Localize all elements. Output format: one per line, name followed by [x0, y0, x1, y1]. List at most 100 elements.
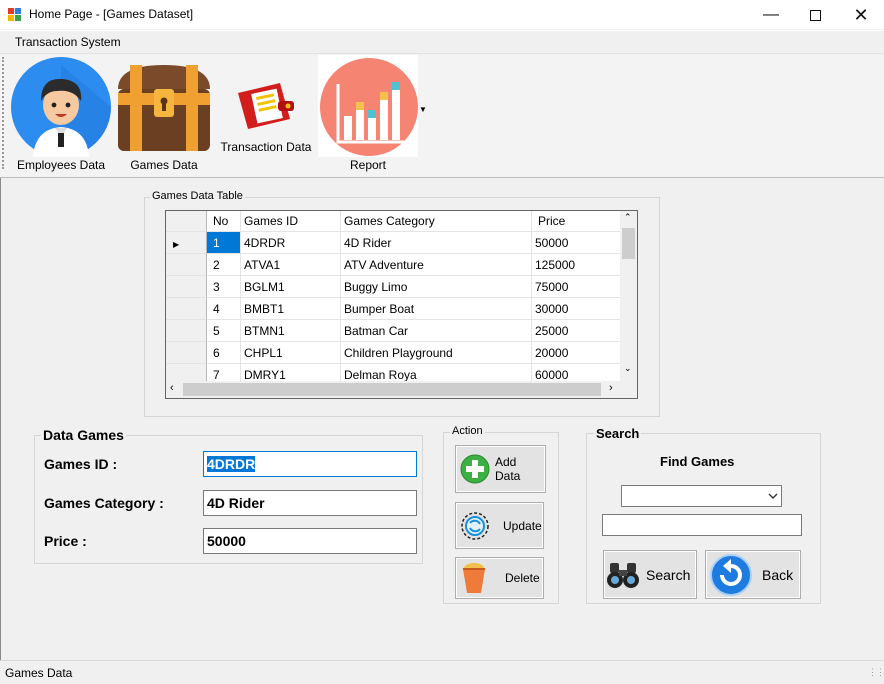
employee-icon	[11, 57, 111, 157]
games-table-title: Games Data Table	[150, 190, 245, 202]
table-cell[interactable]: BGLM1	[241, 276, 341, 298]
table-cell[interactable]: 4	[207, 298, 241, 320]
table-cell[interactable]: 5	[207, 320, 241, 342]
employees-data-label: Employees Data	[16, 158, 106, 172]
maximize-icon[interactable]	[792, 0, 838, 30]
find-games-label: Find Games	[660, 454, 735, 469]
treasure-chest-icon	[118, 65, 210, 151]
table-cell[interactable]: 2	[207, 254, 241, 276]
column-header[interactable]: Games ID	[241, 211, 341, 232]
scroll-down-icon[interactable]: ⌄	[624, 363, 632, 374]
add-data-label: Add Data	[494, 455, 521, 483]
toolbar-grip[interactable]	[2, 57, 6, 169]
table-cell[interactable]: BTMN1	[241, 320, 341, 342]
price-label: Price :	[44, 533, 87, 549]
status-text: Games Data	[5, 666, 73, 680]
chevron-down-icon	[768, 493, 778, 499]
table-cell[interactable]: BMBT1	[241, 298, 341, 320]
row-header[interactable]	[166, 298, 207, 320]
horizontal-scrollbar[interactable]: ‹ ›	[166, 381, 620, 398]
table-cell[interactable]: Buggy Limo	[341, 276, 532, 298]
table-cell[interactable]: 75000	[532, 276, 622, 298]
binoculars-icon	[607, 562, 639, 588]
scroll-thumb-horizontal[interactable]	[183, 383, 601, 396]
scroll-corner	[620, 381, 637, 398]
search-text-input[interactable]	[602, 514, 802, 536]
games-id-field[interactable]: 4DRDR	[203, 451, 417, 477]
update-button[interactable]: Update	[455, 502, 544, 549]
column-header[interactable]: Games Category	[341, 211, 532, 232]
resize-grip-icon[interactable]: ⋮⋮	[868, 667, 884, 678]
scroll-right-icon[interactable]: ›	[609, 382, 613, 394]
table-cell[interactable]: Bumper Boat	[341, 298, 532, 320]
current-row-arrow-icon: ▶	[173, 240, 180, 249]
employees-data-button[interactable]: Employees Data	[10, 55, 112, 179]
scroll-thumb[interactable]	[622, 228, 635, 259]
games-data-grid[interactable]: No Games ID Games Category Price ▶ 1 4DRDR…	[165, 210, 638, 399]
table-cell[interactable]: 30000	[532, 298, 622, 320]
report-button[interactable]: ▼ Report	[316, 55, 427, 179]
games-data-label: Games Data	[130, 158, 198, 172]
delete-label: Delete	[505, 571, 540, 585]
report-label: Report	[349, 158, 387, 172]
report-chart-icon	[320, 58, 418, 156]
window-title: Home Page - [Games Dataset]	[29, 7, 194, 21]
row-header[interactable]	[166, 254, 207, 276]
table-cell[interactable]: 1	[207, 232, 241, 254]
scroll-left-icon[interactable]: ‹	[170, 382, 174, 394]
app-icon	[8, 8, 21, 21]
wallet-icon	[238, 83, 294, 129]
back-button[interactable]: Back	[705, 550, 801, 599]
trash-bin-icon	[463, 563, 485, 593]
table-cell[interactable]: ATVA1	[241, 254, 341, 276]
table-cell[interactable]: 25000	[532, 320, 622, 342]
add-data-button[interactable]: Add Data	[455, 445, 546, 493]
table-cell[interactable]: 125000	[532, 254, 622, 276]
games-category-field[interactable]: 4D Rider	[203, 490, 417, 516]
title-bar: Home Page - [Games Dataset] — ✕	[0, 0, 884, 30]
search-title: Search	[594, 426, 642, 441]
scroll-up-icon[interactable]: ⌃	[624, 212, 632, 223]
find-games-dropdown[interactable]	[621, 485, 782, 507]
menu-transaction-system[interactable]: Transaction System	[15, 35, 121, 49]
minimize-icon[interactable]: —	[748, 0, 794, 30]
transaction-data-button[interactable]: Transaction Data	[216, 55, 316, 179]
dropdown-arrow-icon[interactable]: ▼	[419, 105, 427, 114]
price-field[interactable]: 50000	[203, 528, 417, 554]
table-cell[interactable]: Children Playground	[341, 342, 532, 364]
table-cell[interactable]: Batman Car	[341, 320, 532, 342]
table-cell[interactable]: 4DRDR	[241, 232, 341, 254]
column-header[interactable]: No	[207, 211, 241, 232]
data-games-title: Data Games	[41, 427, 126, 443]
table-cell[interactable]: 50000	[532, 232, 622, 254]
close-icon[interactable]: ✕	[838, 0, 884, 30]
transaction-data-label: Transaction Data	[220, 140, 312, 154]
table-cell[interactable]: 3	[207, 276, 241, 298]
table-cell[interactable]: 6	[207, 342, 241, 364]
vertical-scrollbar[interactable]: ⌃ ⌄	[620, 211, 637, 381]
row-header[interactable]	[166, 320, 207, 342]
search-button-label: Search	[646, 566, 691, 583]
table-cell[interactable]: ATV Adventure	[341, 254, 532, 276]
column-header[interactable]: Price	[532, 211, 622, 232]
grid-corner	[166, 211, 207, 232]
games-data-button[interactable]: Games Data	[112, 55, 216, 179]
update-label: Update	[503, 518, 542, 533]
menu-bar: Transaction System	[0, 31, 884, 53]
row-header[interactable]	[166, 342, 207, 364]
table-cell[interactable]: 4D Rider	[341, 232, 532, 254]
table-cell[interactable]: CHPL1	[241, 342, 341, 364]
add-icon	[460, 454, 490, 484]
refresh-icon	[461, 511, 489, 540]
row-header[interactable]	[166, 276, 207, 298]
delete-button[interactable]: Delete	[455, 557, 544, 599]
search-button[interactable]: Search	[603, 550, 697, 599]
games-category-label: Games Category :	[44, 495, 164, 511]
games-id-value: 4DRDR	[207, 456, 256, 472]
back-arrow-icon	[710, 553, 752, 596]
table-cell[interactable]: 20000	[532, 342, 622, 364]
row-header[interactable]: ▶	[166, 232, 207, 254]
games-id-label: Games ID :	[44, 456, 118, 472]
back-button-label: Back	[762, 566, 794, 583]
action-title: Action	[450, 425, 485, 437]
